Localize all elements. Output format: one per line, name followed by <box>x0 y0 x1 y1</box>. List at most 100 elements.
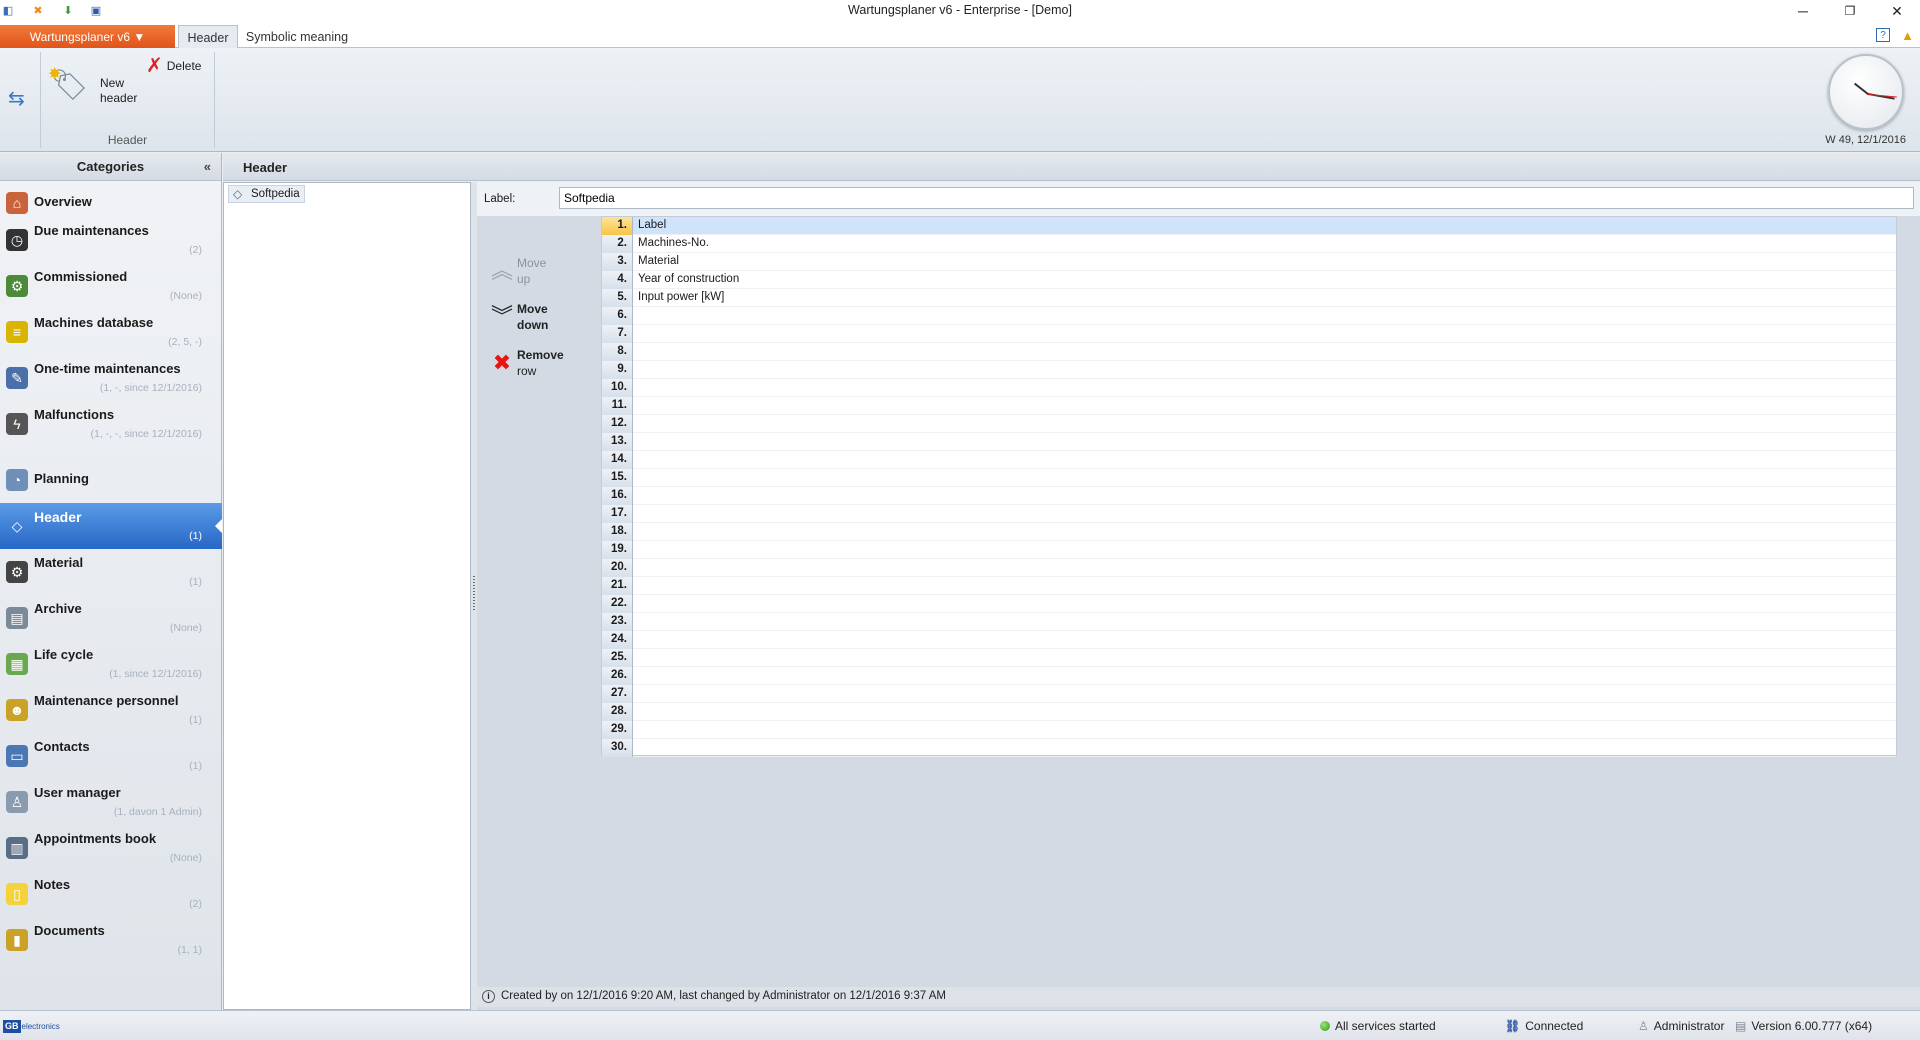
row-value[interactable]: Machines-No. <box>638 235 709 253</box>
tab-symbolic-meaning[interactable]: Symbolic meaning <box>242 25 352 48</box>
table-row[interactable]: 8. <box>602 343 1896 361</box>
sidebar-item-label: Overview <box>34 194 92 209</box>
header-list: ◇ Softpedia <box>223 182 471 1010</box>
row-value[interactable]: Input power [kW] <box>638 289 724 307</box>
sidebar-item-label: Machines database <box>34 315 154 330</box>
week-date: W 49, 12/1/2016 <box>1825 134 1906 146</box>
new-header-label-1: New <box>100 76 125 90</box>
sidebar-item-planning[interactable]: ◔ Planning <box>0 457 222 503</box>
table-row[interactable]: 17. <box>602 505 1896 523</box>
sidebar-item-one-time-maintenances[interactable]: ✎ One-time maintenances (1, -, since 12/1/… <box>0 355 222 401</box>
app-menu-button[interactable]: Wartungsplaner v6 ▼ <box>0 25 175 48</box>
table-row[interactable]: 23. <box>602 613 1896 631</box>
table-row[interactable]: 13. <box>602 433 1896 451</box>
row-value[interactable]: Label <box>638 217 666 235</box>
sidebar-item-due-maintenances[interactable]: ◷ Due maintenances (2) <box>0 217 222 263</box>
sidebar-item-commissioned[interactable]: ⚙ Commissioned (None) <box>0 263 222 309</box>
row-number: 17. <box>602 505 633 523</box>
selection-pointer <box>215 519 222 533</box>
new-header-button[interactable]: 🏷 ✸ New header <box>48 66 140 118</box>
table-row[interactable]: 5. Input power [kW] <box>602 289 1896 307</box>
table-row[interactable]: 19. <box>602 541 1896 559</box>
sidebar-item-label: User manager <box>34 785 121 800</box>
table-row[interactable]: 27. <box>602 685 1896 703</box>
sidebar-title: Categories <box>76 159 145 174</box>
table-row[interactable]: 4. Year of construction <box>602 271 1896 289</box>
table-row[interactable]: 10. <box>602 379 1896 397</box>
sidebar-item-contacts[interactable]: ▭ Contacts (1) <box>0 733 222 779</box>
delete-button[interactable]: ✗ Delete <box>146 56 201 76</box>
sidebar-item-header[interactable]: ◇ Header (1) <box>0 503 222 549</box>
table-row[interactable]: 2. Machines-No. <box>602 235 1896 253</box>
sidebar-item-archive[interactable]: ▤ Archive (None) <box>0 595 222 641</box>
table-row[interactable]: 20. <box>602 559 1896 577</box>
table-row[interactable]: 7. <box>602 325 1896 343</box>
table-row[interactable]: 9. <box>602 361 1896 379</box>
table-row[interactable]: 6. <box>602 307 1896 325</box>
status-bar: GB electronics All services started ⛓ Con… <box>0 1010 1920 1040</box>
collapse-icon[interactable]: « <box>204 159 211 174</box>
table-row[interactable]: 30. <box>602 739 1896 757</box>
table-row[interactable]: 11. <box>602 397 1896 415</box>
row-number: 13. <box>602 433 633 451</box>
table-row[interactable]: 1. Label <box>602 217 1896 235</box>
restore-button[interactable]: ❐ <box>1827 0 1873 22</box>
table-row[interactable]: 29. <box>602 721 1896 739</box>
sync-icon[interactable]: ⇆ <box>8 86 25 111</box>
lightning-icon: ϟ <box>6 413 28 435</box>
sidebar-item-count: (1) <box>189 576 202 588</box>
table-row[interactable]: 16. <box>602 487 1896 505</box>
row-number: 29. <box>602 721 633 739</box>
table-row[interactable]: 24. <box>602 631 1896 649</box>
table-row[interactable]: 28. <box>602 703 1896 721</box>
info-icon: i <box>482 990 495 1003</box>
wrench-icon: ✎ <box>6 367 28 389</box>
label-input[interactable] <box>559 187 1914 209</box>
sidebar-item-label: Life cycle <box>34 647 94 662</box>
table-row[interactable]: 18. <box>602 523 1896 541</box>
close-button[interactable]: ✕ <box>1874 0 1920 22</box>
table-row[interactable]: 26. <box>602 667 1896 685</box>
minimize-button[interactable]: ─ <box>1780 0 1826 22</box>
sidebar-item-machines-database[interactable]: ≡ Machines database (2, 5, -) <box>0 309 222 355</box>
table-row[interactable]: 15. <box>602 469 1896 487</box>
page-title: Header <box>223 153 1920 181</box>
row-number: 10. <box>602 379 633 397</box>
remove-row-button[interactable]: ✖ Remove row <box>491 348 571 384</box>
sidebar-item-maintenance-personnel[interactable]: ☻ Maintenance personnel (1) <box>0 687 222 733</box>
table-row[interactable]: 12. <box>602 415 1896 433</box>
tab-header[interactable]: Header <box>178 25 238 49</box>
table-row[interactable]: 3. Material <box>602 253 1896 271</box>
table-row[interactable]: 21. <box>602 577 1896 595</box>
list-item[interactable]: ◇ Softpedia <box>228 185 305 203</box>
sidebar-item-label: Appointments book <box>34 831 157 846</box>
sparkle-icon: ✸ <box>48 66 62 83</box>
row-value[interactable]: Material <box>638 253 679 271</box>
computer-icon: ▤ <box>1735 1019 1747 1033</box>
sidebar-item-malfunctions[interactable]: ϟ Malfunctions (1, -, -, since 12/1/2016) <box>0 401 222 447</box>
sidebar-item-user-manager[interactable]: ♙ User manager (1, davon 1 Admin) <box>0 779 222 825</box>
sidebar-item-life-cycle[interactable]: ▦ Life cycle (1, since 12/1/2016) <box>0 641 222 687</box>
row-number: 21. <box>602 577 633 595</box>
chevron-double-up-icon: ︽ <box>491 258 514 283</box>
help-icon[interactable]: ? <box>1876 28 1890 42</box>
sidebar-item-appointments-book[interactable]: ▥ Appointments book (None) <box>0 825 222 871</box>
sidebar-item-notes[interactable]: ▯ Notes (2) <box>0 871 222 917</box>
table-row[interactable]: 22. <box>602 595 1896 613</box>
people-icon: ☻ <box>6 699 28 721</box>
table-row[interactable]: 14. <box>602 451 1896 469</box>
row-value[interactable]: Year of construction <box>638 271 739 289</box>
table-row[interactable]: 25. <box>602 649 1896 667</box>
ribbon: ⇆ 🏷 ✸ New header ✗ Delete Header W 49, 12… <box>0 48 1920 152</box>
move-up-button[interactable]: ︽ Move up <box>491 256 571 292</box>
sidebar-item-documents[interactable]: ▮ Documents (1, 1) <box>0 917 222 963</box>
row-number: 22. <box>602 595 633 613</box>
sidebar-item-count: (1, davon 1 Admin) <box>113 806 202 818</box>
sidebar-item-material[interactable]: ⚙ Material (1) <box>0 549 222 595</box>
new-header-label-2: header <box>100 91 138 105</box>
move-down-button[interactable]: ︾ Move down <box>491 302 571 338</box>
book-icon: ▥ <box>6 837 28 859</box>
warning-icon[interactable]: ▲ <box>1901 28 1914 43</box>
row-number: 9. <box>602 361 633 379</box>
material-icon: ⚙ <box>6 561 28 583</box>
